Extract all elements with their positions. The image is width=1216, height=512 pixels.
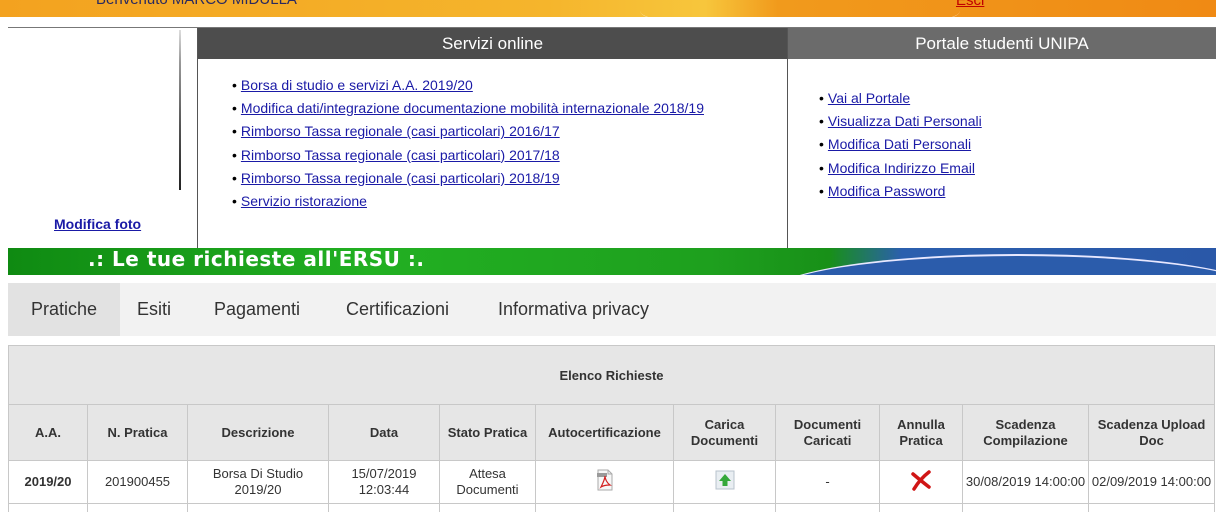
logout-link[interactable]: Esci <box>956 0 984 9</box>
cell-stato: Attesa Documenti <box>439 460 536 504</box>
portal-link-modifica-email[interactable]: Modifica Indirizzo Email <box>828 160 975 176</box>
top-bar: Benvenuto MARCO MIDULLA Esci <box>0 0 1216 17</box>
table-row-partial <box>8 503 1216 512</box>
table-row: 2019/20 201900455 Borsa Di Studio 2019/2… <box>8 460 1216 504</box>
photo-panel: Modifica foto <box>8 28 198 249</box>
cell-documenti-caricati: - <box>775 460 880 504</box>
service-link-item: Servizio ristorazione <box>232 190 704 213</box>
cell-carica-documenti <box>673 460 776 504</box>
cell-descrizione: Borsa Di Studio 2019/20 <box>187 460 329 504</box>
portal-link-modifica-password[interactable]: Modifica Password <box>828 183 946 199</box>
column-header: Scadenza Compilazione <box>962 404 1089 461</box>
cell-numero-pratica: 201900455 <box>87 460 188 504</box>
service-link-rimborso-2017-18[interactable]: Rimborso Tassa regionale (casi particola… <box>241 147 560 163</box>
service-link-item: Rimborso Tassa regionale (casi particola… <box>232 120 704 143</box>
service-link-mobilita[interactable]: Modifica dati/integrazione documentazion… <box>241 100 704 116</box>
service-link-borsa-2019-20[interactable]: Borsa di studio e servizi A.A. 2019/20 <box>241 77 473 93</box>
banner-curve <box>768 254 1216 275</box>
table-caption: Elenco Richieste <box>8 345 1216 405</box>
header-panels: Modifica foto Servizi online Borsa di st… <box>8 27 1216 251</box>
portal-link-item: Visualizza Dati Personali <box>819 110 982 133</box>
requests-table-wrap: Elenco Richieste A.A. N. Pratica Descriz… <box>8 345 1216 512</box>
tab-certificazioni[interactable]: Certificazioni <box>346 283 449 336</box>
requests-table: Elenco Richieste A.A. N. Pratica Descriz… <box>8 345 1216 512</box>
tab-informativa-privacy[interactable]: Informativa privacy <box>498 283 649 336</box>
edit-photo-link[interactable]: Modifica foto <box>54 216 141 232</box>
column-header: A.A. <box>8 404 88 461</box>
online-services-list: Borsa di studio e servizi A.A. 2019/20 M… <box>232 74 704 213</box>
column-header: Autocertificazione <box>535 404 674 461</box>
banner-title: .: Le tue richieste all'ERSU :. <box>88 248 425 271</box>
cell-aa: 2019/20 <box>8 460 88 504</box>
service-link-item: Borsa di studio e servizi A.A. 2019/20 <box>232 74 704 97</box>
service-link-ristorazione[interactable]: Servizio ristorazione <box>241 193 367 209</box>
column-header: N. Pratica <box>87 404 188 461</box>
portal-link-visualizza-dati[interactable]: Visualizza Dati Personali <box>828 113 982 129</box>
profile-photo <box>22 30 182 190</box>
online-services-panel: Servizi online Borsa di studio e servizi… <box>198 28 788 249</box>
upload-icon[interactable] <box>715 470 735 490</box>
delete-x-icon[interactable] <box>910 469 932 491</box>
column-header: Carica Documenti <box>673 404 776 461</box>
service-link-item: Rimborso Tassa regionale (casi particola… <box>232 167 704 190</box>
portal-link-modifica-dati[interactable]: Modifica Dati Personali <box>828 136 971 152</box>
cell-autocertificazione <box>535 460 674 504</box>
portal-link-item: Modifica Password <box>819 180 982 203</box>
service-link-rimborso-2016-17[interactable]: Rimborso Tassa regionale (casi particola… <box>241 123 560 139</box>
portal-link-vai[interactable]: Vai al Portale <box>828 90 910 106</box>
tab-pagamenti[interactable]: Pagamenti <box>214 283 300 336</box>
column-header: Scadenza Upload Doc <box>1087 404 1216 461</box>
cell-data: 15/07/2019 12:03:44 <box>328 460 440 504</box>
portal-link-item: Modifica Indirizzo Email <box>819 157 982 180</box>
cell-annulla <box>879 460 963 504</box>
welcome-text: Benvenuto MARCO MIDULLA <box>96 0 297 8</box>
ersu-requests-banner: .: Le tue richieste all'ERSU :. <box>8 248 1216 275</box>
column-header: Descrizione <box>187 404 329 461</box>
tab-esiti[interactable]: Esiti <box>137 283 171 336</box>
student-portal-list: Vai al Portale Visualizza Dati Personali… <box>819 87 982 203</box>
service-link-item: Modifica dati/integrazione documentazion… <box>232 97 704 120</box>
service-link-rimborso-2018-19[interactable]: Rimborso Tassa regionale (casi particola… <box>241 170 560 186</box>
pdf-icon[interactable] <box>596 469 614 491</box>
cell-scadenza-compilazione: 30/08/2019 14:00:00 <box>962 460 1089 504</box>
requests-tabs: Pratiche Esiti Pagamenti Certificazioni … <box>8 283 1216 336</box>
portal-link-item: Vai al Portale <box>819 87 982 110</box>
portal-link-item: Modifica Dati Personali <box>819 133 982 156</box>
student-portal-panel: Portale studenti UNIPA Vai al Portale Vi… <box>788 28 1216 249</box>
column-header: Documenti Caricati <box>775 404 880 461</box>
tab-pratiche[interactable]: Pratiche <box>8 283 120 336</box>
student-portal-title: Portale studenti UNIPA <box>788 28 1216 59</box>
column-header: Data <box>328 404 440 461</box>
column-header: Annulla Pratica <box>879 404 963 461</box>
cell-scadenza-upload: 02/09/2019 14:00:00 <box>1087 460 1216 504</box>
top-bar-swoosh <box>640 0 960 17</box>
service-link-item: Rimborso Tassa regionale (casi particola… <box>232 144 704 167</box>
online-services-title: Servizi online <box>198 28 787 59</box>
column-header: Stato Pratica <box>439 404 536 461</box>
